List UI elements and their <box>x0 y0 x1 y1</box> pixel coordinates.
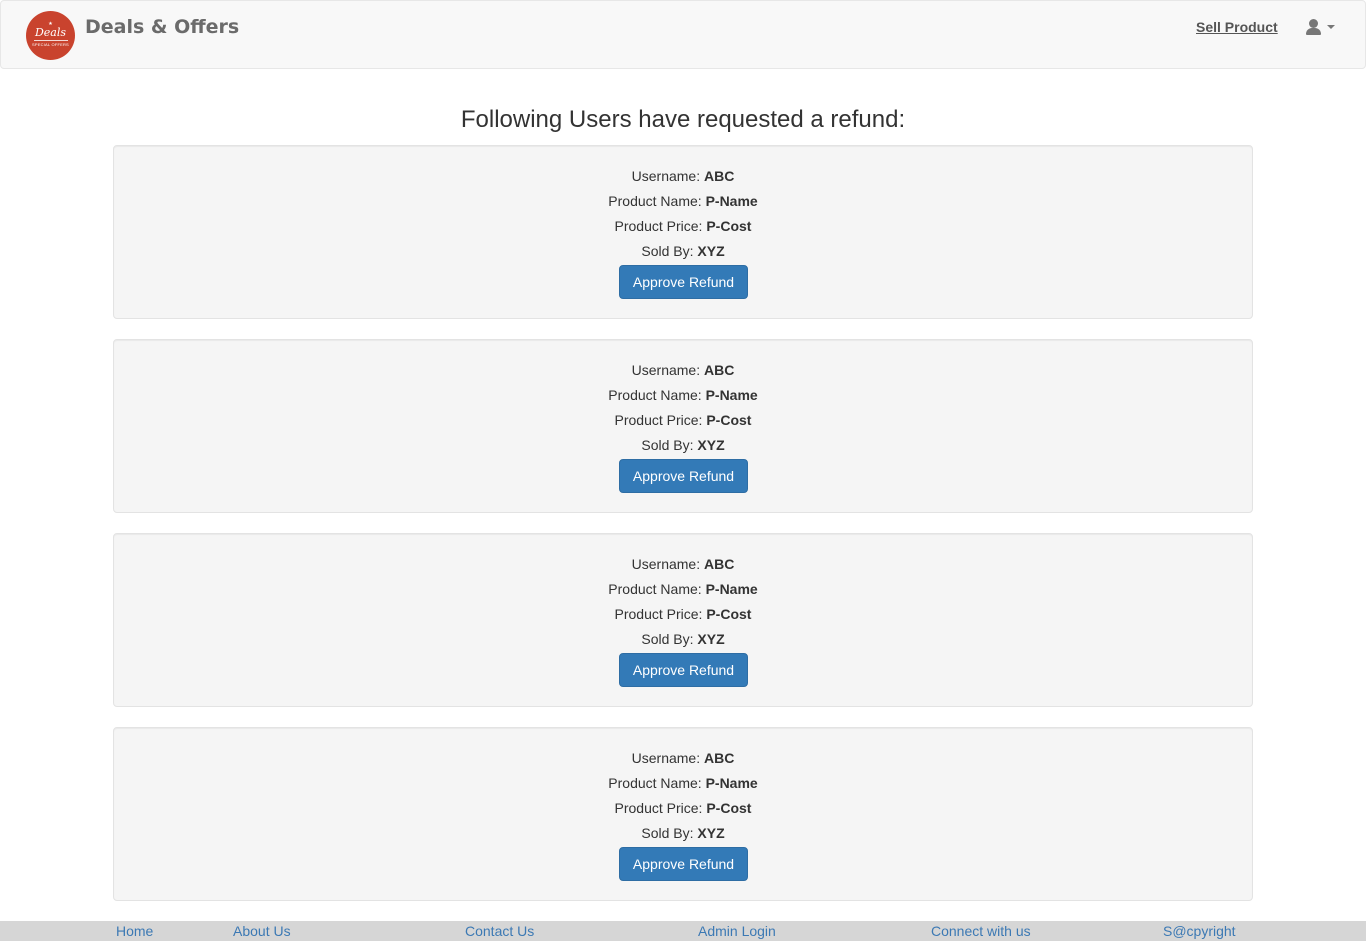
product-name-value: P-Name <box>705 193 758 209</box>
user-icon <box>1306 19 1321 35</box>
product-name-value: P-Name <box>705 775 758 791</box>
product-price-label: Product Price: <box>614 412 703 428</box>
product-price-row: Product Price: P-Cost <box>114 798 1252 818</box>
page-title: Following Users have requested a refund: <box>460 106 906 133</box>
product-price-row: Product Price: P-Cost <box>114 604 1252 624</box>
brand-title[interactable]: Deals & Offers <box>85 16 239 38</box>
approve-refund-button[interactable]: Approve Refund <box>619 847 748 881</box>
footer-link-home[interactable]: Home <box>116 923 153 939</box>
refund-request-card: Username: ABC Product Name: P-Name Produ… <box>113 533 1253 707</box>
sold-by-row: Sold By: XYZ <box>114 823 1252 843</box>
sold-by-value: XYZ <box>697 631 725 647</box>
product-name-label: Product Name: <box>608 193 702 209</box>
sold-by-value: XYZ <box>697 243 725 259</box>
product-price-value: P-Cost <box>706 800 752 816</box>
sold-by-row: Sold By: XYZ <box>114 435 1252 455</box>
navbar: ★ Deals SPECIAL OFFERS Deals & Offers Se… <box>0 0 1366 69</box>
footer-link-admin-login[interactable]: Admin Login <box>698 923 776 939</box>
footer-link-connect[interactable]: Connect with us <box>931 923 1031 939</box>
product-name-row: Product Name: P-Name <box>114 385 1252 405</box>
logo-script-text: Deals <box>34 26 67 39</box>
footer-link-about[interactable]: About Us <box>233 923 291 939</box>
sold-by-row: Sold By: XYZ <box>114 241 1252 261</box>
sell-product-link[interactable]: Sell Product <box>1196 19 1278 35</box>
sold-by-label: Sold By: <box>641 437 694 453</box>
sold-by-label: Sold By: <box>641 243 694 259</box>
sold-by-label: Sold By: <box>641 825 694 841</box>
username-row: Username: ABC <box>114 360 1252 380</box>
product-price-row: Product Price: P-Cost <box>114 216 1252 236</box>
username-row: Username: ABC <box>114 554 1252 574</box>
username-label: Username: <box>631 362 701 378</box>
product-price-value: P-Cost <box>706 218 752 234</box>
product-price-value: P-Cost <box>706 606 752 622</box>
username-label: Username: <box>631 168 701 184</box>
product-price-value: P-Cost <box>706 412 752 428</box>
product-price-label: Product Price: <box>614 800 703 816</box>
sold-by-value: XYZ <box>697 825 725 841</box>
product-price-row: Product Price: P-Cost <box>114 410 1252 430</box>
product-name-value: P-Name <box>705 387 758 403</box>
user-menu-dropdown[interactable] <box>1306 17 1338 37</box>
product-name-label: Product Name: <box>608 775 702 791</box>
caret-down-icon <box>1327 25 1335 29</box>
sold-by-label: Sold By: <box>641 631 694 647</box>
brand-logo[interactable]: ★ Deals SPECIAL OFFERS <box>26 11 75 60</box>
username-label: Username: <box>631 750 701 766</box>
refund-request-card: Username: ABC Product Name: P-Name Produ… <box>113 727 1253 901</box>
approve-refund-button[interactable]: Approve Refund <box>619 459 748 493</box>
username-row: Username: ABC <box>114 748 1252 768</box>
username-value: ABC <box>704 750 735 766</box>
footer-link-contact[interactable]: Contact Us <box>465 923 534 939</box>
username-value: ABC <box>704 556 735 572</box>
product-name-value: P-Name <box>705 581 758 597</box>
username-value: ABC <box>704 168 735 184</box>
product-name-label: Product Name: <box>608 387 702 403</box>
sold-by-row: Sold By: XYZ <box>114 629 1252 649</box>
username-row: Username: ABC <box>114 166 1252 186</box>
footer-copyright[interactable]: S@cpyright <box>1163 923 1236 939</box>
refund-request-card: Username: ABC Product Name: P-Name Produ… <box>113 145 1253 319</box>
logo-divider <box>33 40 68 41</box>
approve-refund-button[interactable]: Approve Refund <box>619 265 748 299</box>
username-value: ABC <box>704 362 735 378</box>
product-name-label: Product Name: <box>608 581 702 597</box>
logo-small-text: SPECIAL OFFERS <box>32 42 69 47</box>
product-price-label: Product Price: <box>614 606 703 622</box>
username-label: Username: <box>631 556 701 572</box>
product-name-row: Product Name: P-Name <box>114 191 1252 211</box>
approve-refund-button[interactable]: Approve Refund <box>619 653 748 687</box>
product-price-label: Product Price: <box>614 218 703 234</box>
sold-by-value: XYZ <box>697 437 725 453</box>
product-name-row: Product Name: P-Name <box>114 773 1252 793</box>
product-name-row: Product Name: P-Name <box>114 579 1252 599</box>
footer: Home About Us Contact Us Admin Login Con… <box>0 921 1366 941</box>
refund-request-card: Username: ABC Product Name: P-Name Produ… <box>113 339 1253 513</box>
